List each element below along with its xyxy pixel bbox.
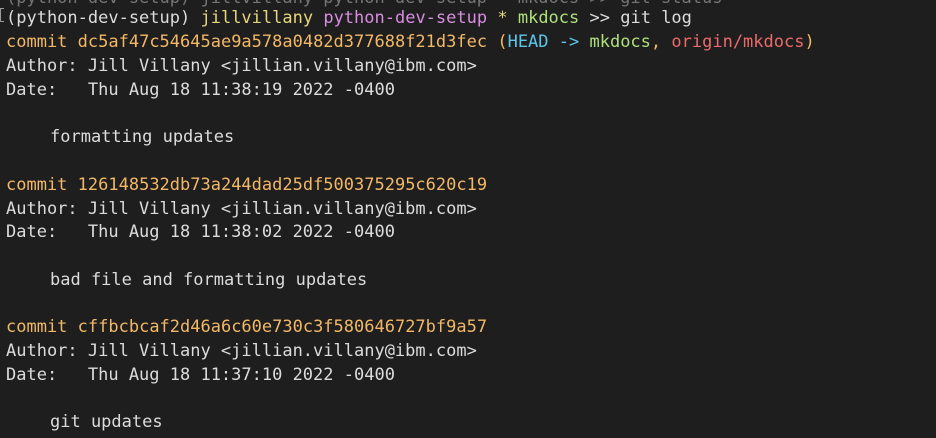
local-branch-ref: mkdocs: [589, 32, 651, 52]
commit-hash: 126148532db73a244dad25df500375295c620c19: [77, 175, 488, 195]
commit-message: formatting updates: [50, 127, 235, 147]
prompt-arrow: >>: [589, 8, 610, 28]
commit-author: Author: Jill Villany <jillian.villany@ib…: [6, 56, 477, 76]
prompt-branch: mkdocs: [517, 8, 580, 28]
commit-line: commit dc5af47c54645ae9a578a0482d377688f…: [6, 32, 815, 52]
commit-date: Date: Thu Aug 18 11:37:10 2022 -0400: [6, 365, 395, 385]
line-marker-icon: [0, 8, 4, 22]
commit-line: commit cffbcbcaf2d46a6c60e730c3f58064672…: [6, 317, 487, 337]
commit-hash: dc5af47c54645ae9a578a0482d377688f21d3fec: [77, 32, 488, 52]
prompt-venv: (python-dev-setup): [6, 8, 191, 28]
commit-message: git updates: [50, 412, 163, 432]
refs-open: (: [497, 32, 508, 52]
commit-label: commit: [6, 317, 68, 337]
commit-date: Date: Thu Aug 18 11:38:02 2022 -0400: [6, 222, 395, 242]
prompt-directory: python-dev-setup: [323, 8, 488, 28]
commit-message: bad file and formatting updates: [50, 270, 368, 290]
commit-author: Author: Jill Villany <jillian.villany@ib…: [6, 199, 477, 219]
prompt-line: (python-dev-setup) jillvillany python-de…: [6, 8, 692, 28]
commit-author: Author: Jill Villany <jillian.villany@ib…: [6, 341, 477, 361]
commit-label: commit: [6, 32, 68, 52]
remote-branch-ref: origin/mkdocs: [671, 32, 805, 52]
commit-line: commit 126148532db73a244dad25df500375295…: [6, 175, 487, 195]
commit-date: Date: Thu Aug 18 11:38:19 2022 -0400: [6, 80, 395, 100]
terminal-window[interactable]: (python-dev-setup) jillvillany python-de…: [0, 0, 936, 438]
prompt-user: jillvillany: [200, 8, 314, 28]
head-ref: HEAD ->: [507, 32, 580, 52]
commit-label: commit: [6, 175, 68, 195]
commit-hash: cffbcbcaf2d46a6c60e730c3f580646727bf9a57: [77, 317, 488, 337]
prompt-dirty-marker: *: [497, 8, 508, 28]
refs-separator: ,: [650, 32, 662, 52]
previous-prompt-line: (python-dev-setup) jillvillany python-de…: [6, 0, 722, 8]
refs-close: ): [804, 32, 815, 52]
typed-command: git log: [620, 8, 692, 28]
